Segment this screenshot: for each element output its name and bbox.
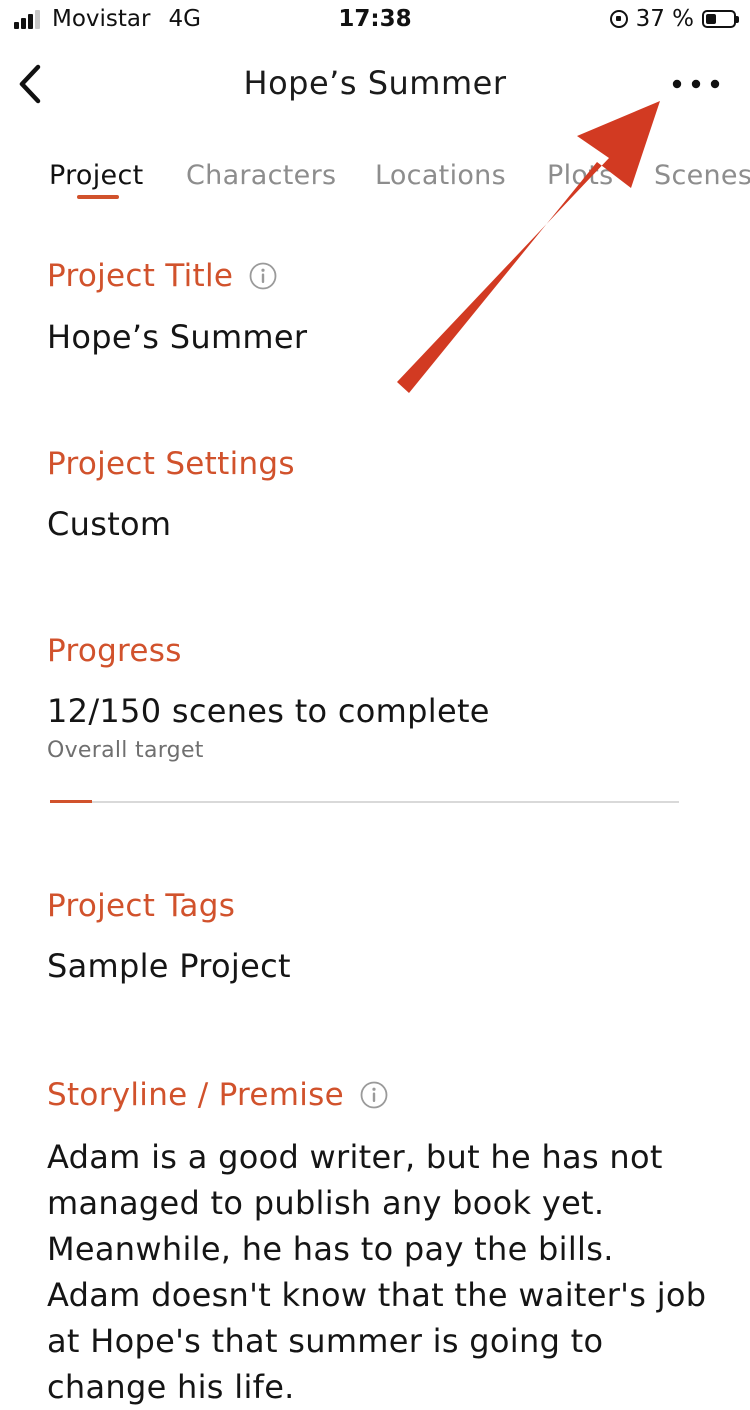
project-settings-label: Project Settings (47, 446, 295, 482)
storyline-label-text: Storyline / Premise (47, 1077, 345, 1113)
tab-locations[interactable]: Locations (375, 160, 506, 191)
rotation-lock-icon (609, 10, 628, 28)
chevron-left-icon (19, 64, 41, 104)
project-settings-label-text: Project Settings (47, 446, 295, 482)
progress-label-text: Progress (47, 633, 182, 669)
tab-project[interactable]: Project (49, 160, 143, 191)
info-icon[interactable] (249, 262, 277, 290)
project-title-label-text: Project Title (47, 258, 234, 294)
project-tags-value[interactable]: Sample Project (47, 947, 291, 985)
tab-characters[interactable]: Characters (186, 160, 336, 191)
project-title-label: Project Title (47, 258, 277, 294)
page-title: Hope’s Summer (243, 64, 507, 102)
progress-value: 12/150 scenes to complete (47, 692, 490, 730)
battery-level-fill (706, 14, 716, 24)
navigation-bar: Hope’s Summer (0, 40, 750, 130)
progress-label: Progress (47, 633, 182, 669)
storyline-label: Storyline / Premise (47, 1077, 388, 1113)
status-bar-right: 37 % (609, 6, 739, 32)
project-tags-label-text: Project Tags (47, 888, 236, 924)
info-icon[interactable] (360, 1081, 388, 1109)
progress-caption: Overall target (47, 738, 204, 763)
progress-bar-fill (50, 800, 93, 803)
project-settings-value[interactable]: Custom (47, 505, 171, 543)
status-bar: Movistar 4G 17:38 37 % (0, 0, 750, 40)
active-tab-indicator (77, 195, 119, 199)
section-tabs: Project Characters Locations Plots Scene… (0, 150, 750, 210)
tab-plots[interactable]: Plots (547, 160, 613, 191)
back-button[interactable] (10, 60, 54, 108)
more-horizontal-icon (672, 79, 720, 89)
battery-percentage: 37 % (635, 6, 694, 32)
progress-bar (50, 800, 679, 803)
project-title-value[interactable]: Hope’s Summer (47, 318, 307, 356)
more-options-button[interactable] (664, 62, 728, 106)
tab-scenes[interactable]: Scenes (654, 160, 750, 191)
project-tags-label: Project Tags (47, 888, 235, 924)
battery-icon (702, 10, 739, 28)
storyline-text[interactable]: Adam is a good writer, but he has not ma… (47, 1134, 707, 1410)
